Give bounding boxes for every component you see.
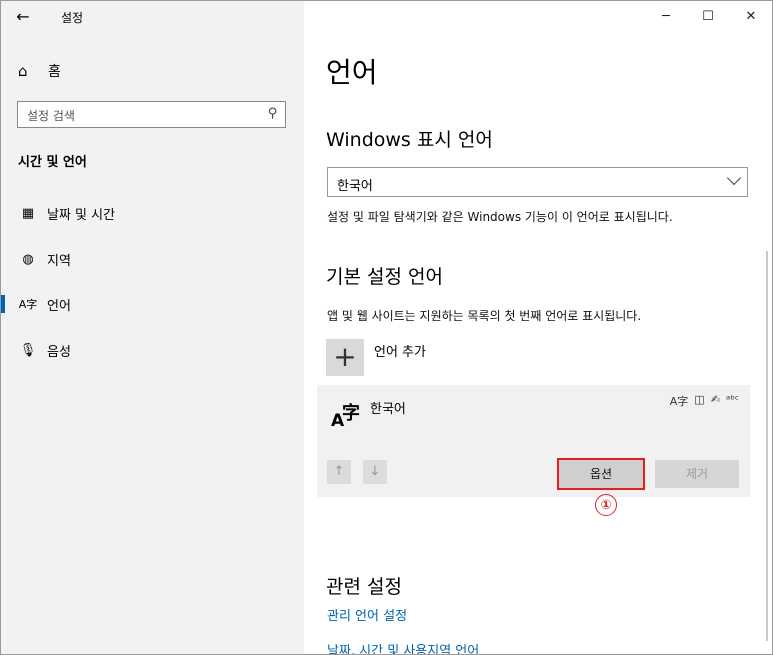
options-highlight-frame [557,458,645,490]
sidebar-item-label: 음성 [47,344,71,360]
page-title: 언어 [326,56,378,89]
language-glyph-icon: A字 [331,403,360,431]
home-icon: ⌂ [18,62,28,80]
related-settings-heading: 관련 설정 [326,576,402,598]
section-title: 시간 및 언어 [18,155,87,170]
sidebar-item-label: 지역 [47,253,71,269]
spellcheck-feature-icon: ᵃᵇᶜ [725,393,739,406]
remove-button[interactable]: 제거 [655,460,739,488]
preferred-language-heading: 기본 설정 언어 [326,266,443,288]
sidebar-item-label: 날짜 및 시간 [47,207,116,223]
home-nav[interactable]: ⌂ 홈 [18,59,61,83]
sidebar-item-region[interactable]: ◍ 지역 [1,241,304,277]
chevron-down-icon [726,170,742,186]
plus-icon: + [333,340,357,373]
language-name: 한국어 [370,402,406,417]
step-annotation: ① [595,494,617,516]
dropdown-value: 한국어 [337,179,373,194]
calendar-clock-icon: ▦ [21,205,35,221]
main-content: 언어 Windows 표시 언어 한국어 설정 및 파일 탐색기와 같은 Win… [305,1,772,654]
settings-window: ⌂ 홈 설정 검색 ⚲ 시간 및 언어 ▦ 날짜 및 시간 ◍ 지역 A字 언어… [0,0,773,655]
search-input[interactable]: 설정 검색 [27,107,75,124]
window-title: 설정 [61,11,84,25]
search-icon[interactable]: ⚲ [268,106,278,121]
add-language-button[interactable]: + [326,339,364,376]
preferred-language-description: 앱 및 웹 사이트는 지원하는 목록의 첫 번째 언어로 표시됩니다. [327,309,642,323]
sidebar-item-label: 언어 [47,298,71,314]
sidebar-item-language[interactable]: A字 언어 [1,286,304,322]
home-label: 홈 [48,64,61,80]
display-language-feature-icon: A字 [669,395,689,408]
sidebar-item-speech[interactable]: 🎙 음성 [1,332,304,368]
scrollbar[interactable] [766,251,768,641]
link-admin-language-settings[interactable]: 관리 언어 설정 [327,605,407,624]
microphone-icon: 🎙 [19,342,37,358]
selected-indicator [1,295,5,313]
sidebar-item-date-time[interactable]: ▦ 날짜 및 시간 [1,195,304,231]
move-down-button[interactable]: ↓ [363,460,387,484]
search-box[interactable]: 설정 검색 ⚲ [17,101,286,128]
display-language-dropdown[interactable]: 한국어 [327,167,748,197]
language-feature-icons: A字 ◫ ✍ ᵃᵇᶜ [670,393,739,409]
add-language-label[interactable]: 언어 추가 [374,341,426,360]
speech-feature-icon: ◫ [694,393,705,406]
link-date-time-region[interactable]: 날짜, 시간 및 사용지역 언어 [327,640,479,654]
handwriting-feature-icon: ✍ [710,393,720,406]
sidebar: ⌂ 홈 설정 검색 ⚲ 시간 및 언어 ▦ 날짜 및 시간 ◍ 지역 A字 언어… [1,1,304,654]
language-list-item[interactable]: A字 한국어 A字 ◫ ✍ ᵃᵇᶜ ↑ ↓ 옵션 제거 [317,385,750,497]
language-icon: A字 [18,298,38,311]
back-arrow-icon[interactable]: ← [11,6,35,28]
display-language-description: 설정 및 파일 탐색기와 같은 Windows 기능이 이 언어로 표시됩니다. [327,210,673,224]
move-up-button[interactable]: ↑ [327,460,351,484]
display-language-heading: Windows 표시 언어 [326,129,493,151]
globe-icon: ◍ [22,251,34,267]
